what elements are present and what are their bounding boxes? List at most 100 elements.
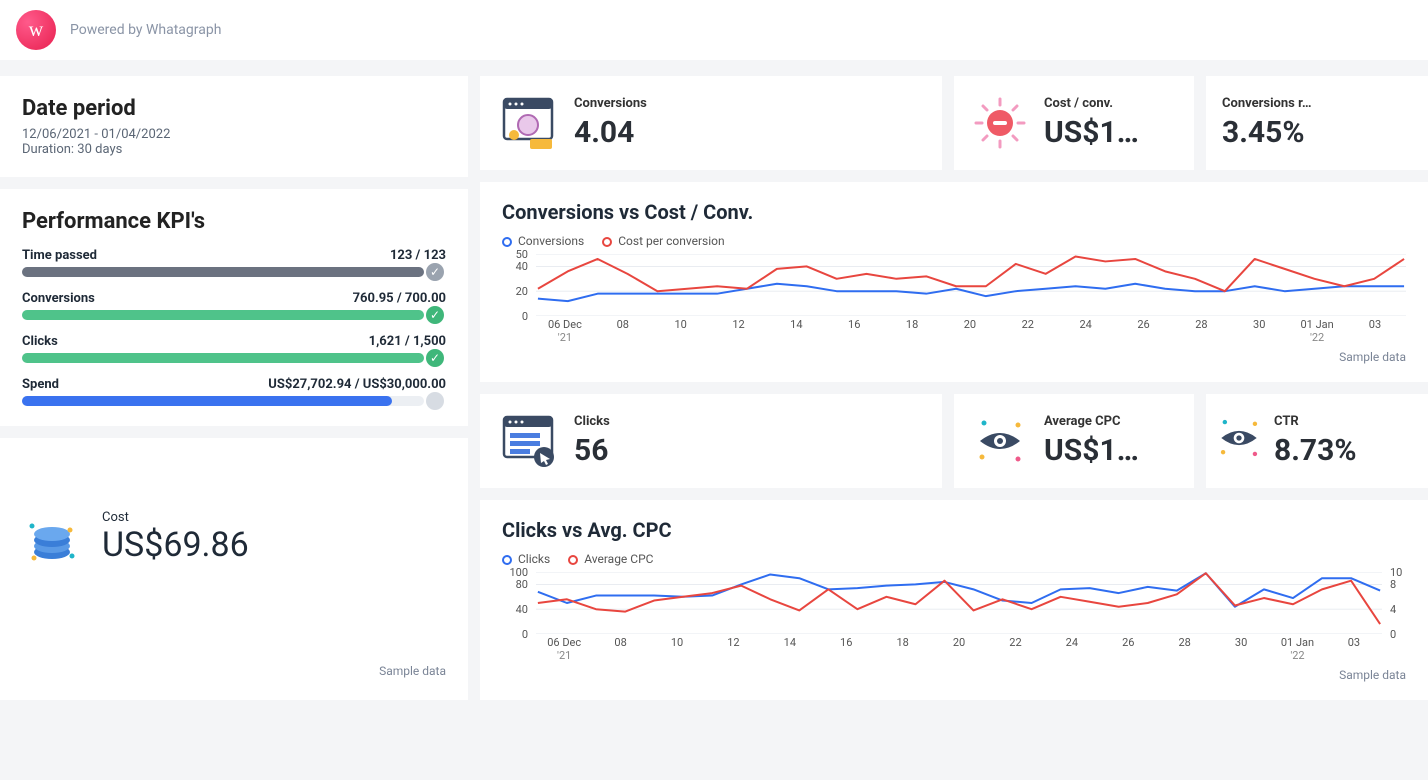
kpi-status-icon: ✓: [426, 263, 444, 281]
x-tick: 18: [883, 318, 941, 344]
x-tick: 18: [874, 636, 930, 662]
cost-per-conv-value: US$1…: [1044, 115, 1174, 150]
kpi-label: Clicks: [22, 334, 58, 349]
x-tick: 16: [818, 636, 874, 662]
topbar: w Powered by Whatagraph: [0, 0, 1428, 64]
x-tick: 30: [1213, 636, 1269, 662]
x-tick: 14: [762, 636, 818, 662]
chart1-legend: Conversions Cost per conversion: [502, 234, 1406, 248]
conv-rate-label: Conversions r…: [1222, 96, 1408, 111]
x-tick: 03: [1346, 318, 1404, 344]
x-tick: 01 Jan'22: [1269, 636, 1325, 662]
chart2-title: Clicks vs Avg. CPC: [502, 518, 1406, 542]
clicks-value: 56: [574, 433, 922, 468]
cost-per-conv-card: Cost / conv. US$1…: [954, 76, 1194, 170]
x-tick: 26: [1100, 636, 1156, 662]
kpi-status-icon: [426, 392, 444, 410]
eye-icon: [974, 415, 1026, 467]
conversion-window-icon: [500, 97, 556, 149]
date-period-range: 12/06/2021 - 01/04/2022: [22, 127, 446, 142]
x-tick: 22: [987, 636, 1043, 662]
ctr-label: CTR: [1274, 414, 1408, 429]
chart1-card: Conversions vs Cost / Conv. Conversions …: [480, 182, 1428, 382]
x-tick: 20: [931, 636, 987, 662]
eye-icon: [1216, 415, 1262, 467]
x-tick: 12: [710, 318, 768, 344]
x-tick: 01 Jan'22: [1288, 318, 1346, 344]
chart2-plot: 10080400 10840 06 Dec'210810121416182022…: [502, 572, 1406, 662]
x-tick: 20: [941, 318, 999, 344]
chart1-title: Conversions vs Cost / Conv.: [502, 200, 1406, 224]
kpi-label: Conversions: [22, 291, 95, 306]
powered-by-text: Powered by Whatagraph: [70, 22, 221, 38]
kpi-label: Time passed: [22, 248, 97, 263]
x-tick: 30: [1230, 318, 1288, 344]
chart1-plot: 5040200 06 Dec'2108101214161820222426283…: [502, 254, 1406, 344]
x-tick: 14: [767, 318, 825, 344]
avg-cpc-label: Average CPC: [1044, 414, 1174, 429]
avg-cpc-value: US$1…: [1044, 433, 1174, 468]
x-tick: 16: [825, 318, 883, 344]
date-period-title: Date period: [22, 96, 446, 121]
kpi-status-icon: ✓: [426, 349, 444, 367]
x-tick: 10: [652, 318, 710, 344]
chart2-legend-0: Clicks: [518, 552, 550, 566]
kpi-value: 123 / 123: [390, 248, 446, 263]
kpi-bar: ✓: [22, 310, 424, 320]
cost-sample: Sample data: [22, 664, 446, 678]
cost-per-conv-label: Cost / conv.: [1044, 96, 1174, 111]
clicks-window-icon: [500, 415, 556, 467]
chart2-legend-1: Average CPC: [584, 552, 653, 566]
kpi-value: 1,621 / 1,500: [369, 334, 446, 349]
whatagraph-logo: w: [16, 10, 56, 50]
date-period-duration: Duration: 30 days: [22, 142, 446, 157]
cost-label: Cost: [102, 510, 446, 525]
kpi-bar: [22, 396, 424, 406]
clicks-label: Clicks: [574, 414, 922, 429]
kpi-label: Spend: [22, 377, 59, 392]
kpi-value: US$27,702.94 / US$30,000.00: [268, 377, 446, 392]
chart1-legend-1: Cost per conversion: [618, 234, 724, 248]
ctr-card: CTR 8.73%: [1206, 394, 1428, 488]
conv-rate-value: 3.45%: [1222, 115, 1408, 150]
clicks-card: Clicks 56: [480, 394, 942, 488]
conversions-value: 4.04: [574, 115, 922, 150]
kpi-row: Conversions 760.95 / 700.00: [22, 291, 446, 306]
x-tick: 06 Dec'21: [536, 318, 594, 344]
minus-badge-icon: [974, 97, 1026, 149]
chart2-sample: Sample data: [502, 668, 1406, 682]
x-tick: 12: [705, 636, 761, 662]
ctr-value: 8.73%: [1274, 433, 1408, 468]
x-tick: 24: [1057, 318, 1115, 344]
chart1-sample: Sample data: [502, 350, 1406, 364]
logo-letter: w: [29, 19, 43, 42]
performance-kpi-card: Performance KPI's Time passed123 / 123✓C…: [0, 189, 468, 426]
cost-value: US$69.86: [102, 525, 446, 565]
x-tick: 03: [1326, 636, 1382, 662]
kpi-value: 760.95 / 700.00: [353, 291, 446, 306]
x-tick: 22: [999, 318, 1057, 344]
x-tick: 08: [592, 636, 648, 662]
cost-card: Cost US$69.86 Sample data: [0, 438, 468, 700]
coins-icon: [22, 512, 78, 564]
x-tick: 26: [1115, 318, 1173, 344]
kpi-bar: ✓: [22, 353, 424, 363]
chart2-card: Clicks vs Avg. CPC Clicks Average CPC 10…: [480, 500, 1428, 700]
chart1-legend-0: Conversions: [518, 234, 584, 248]
x-tick: 28: [1156, 636, 1212, 662]
chart2-legend: Clicks Average CPC: [502, 552, 1406, 566]
kpi-bar: ✓: [22, 267, 424, 277]
x-tick: 28: [1172, 318, 1230, 344]
x-tick: 08: [594, 318, 652, 344]
date-period-card: Date period 12/06/2021 - 01/04/2022 Dura…: [0, 76, 468, 177]
conversions-card: Conversions 4.04: [480, 76, 942, 170]
kpi-row: Clicks 1,621 / 1,500: [22, 334, 446, 349]
kpi-title: Performance KPI's: [22, 209, 446, 234]
conv-rate-card: Conversions r… 3.45%: [1206, 76, 1428, 170]
kpi-row: Spend US$27,702.94 / US$30,000.00: [22, 377, 446, 392]
kpi-status-icon: ✓: [426, 306, 444, 324]
avg-cpc-card: Average CPC US$1…: [954, 394, 1194, 488]
x-tick: 10: [649, 636, 705, 662]
x-tick: 24: [1044, 636, 1100, 662]
x-tick: 06 Dec'21: [536, 636, 592, 662]
